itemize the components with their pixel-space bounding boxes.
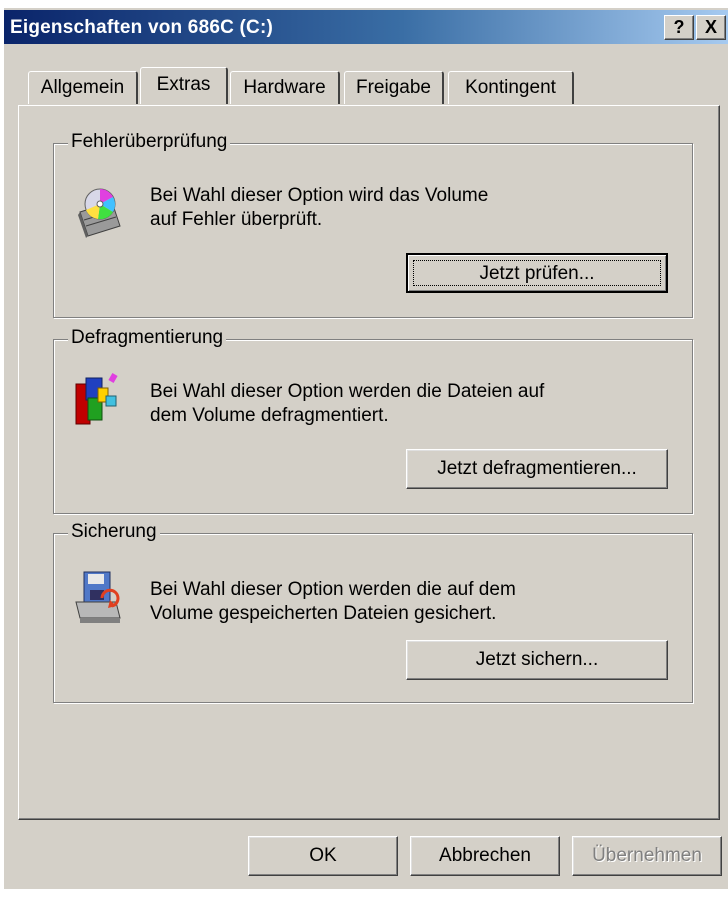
tab-hardware[interactable]: Hardware [230, 71, 340, 104]
defragment-now-button[interactable]: Jetzt defragmentieren... [406, 449, 668, 489]
tab-kontingent[interactable]: Kontingent [448, 71, 574, 104]
group-error-check: Fehlerüberprüfung Bei Wahl dieser Option… [53, 131, 693, 318]
cancel-button[interactable]: Abbrechen [410, 836, 560, 876]
apply-button[interactable]: Übernehmen [572, 836, 722, 876]
window-title: Eigenschaften von 686C (C:) [10, 17, 274, 38]
properties-dialog: Eigenschaften von 686C (C:) ? X Allgemei… [4, 8, 728, 889]
help-button[interactable]: ? [664, 15, 694, 40]
backup-text-line1: Bei Wahl dieser Option werden die auf de… [150, 579, 516, 600]
error-check-text-line1: Bei Wahl dieser Option wird das Volume [150, 185, 489, 206]
error-check-text-line2: auf Fehler überprüft. [150, 209, 323, 230]
defragmentation-text-line2: dem Volume defragmentiert. [150, 405, 389, 426]
tab-extras[interactable]: Extras [140, 67, 228, 104]
group-title-error-check: Fehlerüberprüfung [68, 131, 231, 153]
group-defragmentation: Defragmentierung Bei Wahl dieser Option … [53, 327, 693, 514]
backup-now-button[interactable]: Jetzt sichern... [406, 640, 668, 680]
disk-check-icon [78, 188, 121, 238]
defragment-icon [75, 373, 118, 425]
group-title-backup: Sicherung [68, 521, 160, 543]
check-now-button[interactable]: Jetzt prüfen... [406, 253, 668, 293]
backup-text-line2: Volume gespeicherten Dateien gesichert. [150, 603, 497, 624]
backup-icon [75, 571, 121, 623]
tab-freigabe[interactable]: Freigabe [344, 71, 444, 104]
group-backup: Sicherung Bei Wahl dieser Option werden … [53, 521, 693, 703]
group-title-defragmentation: Defragmentierung [68, 327, 227, 349]
close-button[interactable]: X [696, 15, 726, 40]
tab-allgemein[interactable]: Allgemein [28, 71, 138, 104]
check-now-label: Jetzt prüfen... [479, 263, 595, 284]
ok-button[interactable]: OK [248, 836, 398, 876]
defragmentation-text-line1: Bei Wahl dieser Option werden die Dateie… [150, 381, 545, 402]
title-bar[interactable]: Eigenschaften von 686C (C:) ? X [4, 10, 728, 44]
